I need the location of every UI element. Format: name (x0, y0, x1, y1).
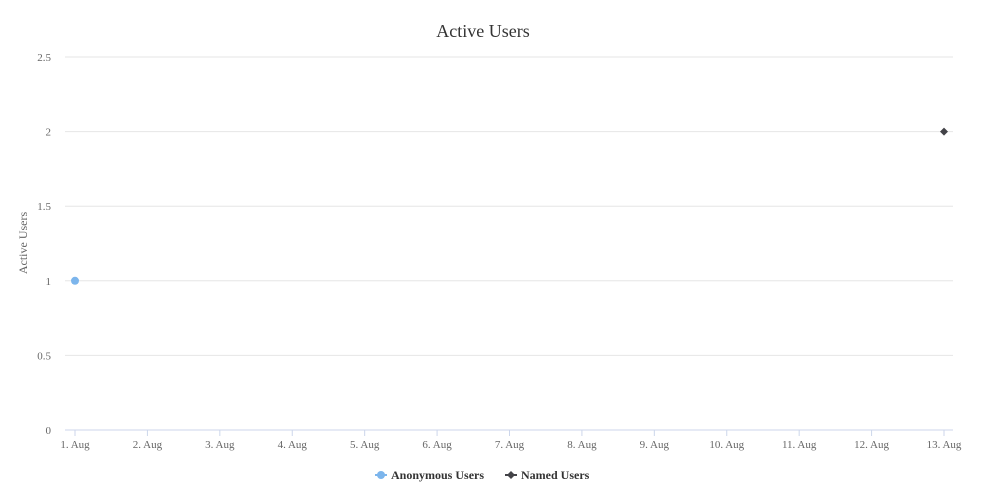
x-tick-label: 8. Aug (567, 439, 597, 451)
grid-layer (65, 56, 953, 356)
y-tick-label: 1.5 (37, 201, 51, 213)
legend-item[interactable]: Anonymous Users (375, 468, 484, 482)
chart-title: Active Users (436, 21, 529, 41)
legend-marker[interactable] (507, 471, 515, 479)
legend-marker[interactable] (377, 471, 385, 479)
x-tick-label: 11. Aug (782, 439, 817, 451)
legend-label: Named Users (521, 468, 590, 482)
data-point[interactable] (71, 276, 79, 285)
y-tick-label: 2.5 (37, 52, 51, 64)
x-tick-label: 4. Aug (278, 439, 308, 451)
x-tick-label: 5. Aug (350, 439, 380, 451)
x-tick-label: 6. Aug (422, 439, 452, 451)
x-tick-label: 1. Aug (60, 439, 90, 451)
y-tick-label: 2 (46, 127, 52, 139)
x-axis: 1. Aug 2. Aug 3. Aug 4. Aug 5. Aug 6. Aug 7. A… (60, 429, 962, 451)
legend-item[interactable]: Named Users (505, 468, 590, 482)
y-tick-label: 1 (46, 276, 52, 288)
x-tick-label: 9. Aug (640, 439, 670, 451)
y-axis: 0 0.5 1 1.5 2 2.5 (37, 52, 51, 437)
x-tick-label: 7. Aug (495, 439, 525, 451)
series-1 (940, 127, 948, 136)
x-tick-label: 2. Aug (133, 439, 163, 451)
series-0 (71, 276, 79, 285)
x-tick-label: 12. Aug (854, 439, 889, 451)
x-tick-label: 13. Aug (927, 439, 962, 451)
y-axis-title: Active Users (16, 212, 30, 275)
y-tick-label: 0 (46, 425, 52, 437)
data-point[interactable] (940, 127, 948, 136)
x-tick-label: 3. Aug (205, 439, 235, 451)
chart-container: Active Users 0 0.5 1 1.5 2 2.5 1. Aug 2. Aug 3.… (0, 0, 985, 493)
y-tick-label: 0.5 (37, 350, 51, 362)
legend-label: Anonymous Users (391, 468, 484, 482)
chart-svg: Active Users 0 0.5 1 1.5 2 2.5 1. Aug 2. Aug 3.… (16, 21, 962, 482)
x-tick-label: 10. Aug (709, 439, 744, 451)
legend[interactable]: Anonymous Users Named Users (375, 468, 590, 482)
